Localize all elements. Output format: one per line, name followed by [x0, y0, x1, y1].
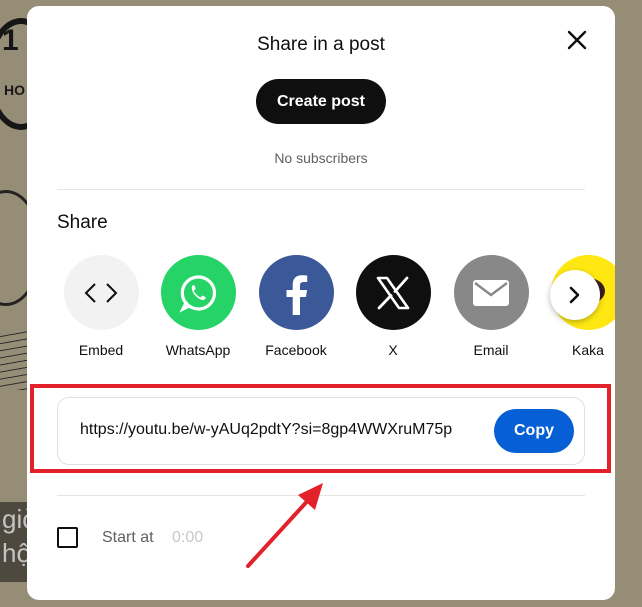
close-button[interactable]: [561, 24, 593, 56]
facebook-icon: [258, 255, 334, 330]
divider: [57, 189, 585, 190]
email-icon: [453, 255, 529, 330]
share-embed[interactable]: Embed: [56, 255, 146, 358]
start-at-time-input[interactable]: 0:00: [172, 529, 203, 547]
start-at-checkbox[interactable]: [57, 527, 78, 548]
whatsapp-icon: [160, 255, 236, 330]
share-facebook[interactable]: Facebook: [251, 255, 341, 358]
subscribers-count: No subscribers: [274, 150, 368, 166]
annotation-highlight-box: [30, 384, 611, 473]
start-at-label: Start at: [102, 529, 154, 546]
share-x-label: X: [388, 342, 398, 358]
annotation-arrow: [246, 483, 323, 568]
close-icon: [567, 30, 587, 50]
x-icon: [355, 255, 431, 330]
share-facebook-label: Facebook: [265, 342, 327, 358]
share-x[interactable]: X: [348, 255, 438, 358]
share-kakaotalk-label: Kaka: [572, 342, 604, 358]
share-whatsapp-label: WhatsApp: [165, 342, 231, 358]
next-share-options-button[interactable]: [550, 270, 600, 320]
create-post-button[interactable]: Create post: [256, 79, 386, 124]
share-email[interactable]: Email: [446, 255, 536, 358]
share-heading: Share: [57, 212, 108, 233]
chevron-right-icon: [569, 286, 580, 304]
share-email-label: Email: [473, 342, 509, 358]
embed-code-icon: [63, 255, 139, 330]
share-options-row: Embed WhatsApp Facebook X Email Kaka: [27, 255, 615, 375]
dialog-title: Share in a post: [257, 34, 385, 55]
share-whatsapp[interactable]: WhatsApp: [153, 255, 243, 358]
share-embed-label: Embed: [78, 342, 124, 358]
